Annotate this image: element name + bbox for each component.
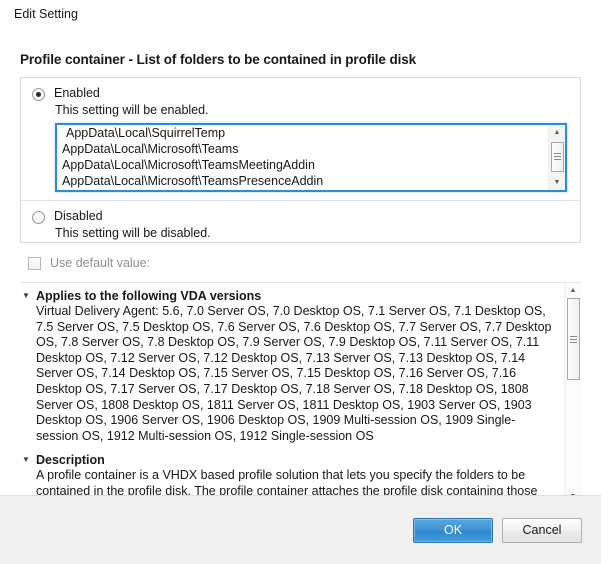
folder-list-scrollbar[interactable]: ▲ ▼ <box>548 125 565 190</box>
list-item[interactable]: AppData\Local\SquirrelTemp <box>57 125 548 141</box>
radio-disabled-label: Disabled <box>54 209 103 224</box>
radio-option-enabled[interactable]: Enabled <box>21 78 580 101</box>
use-default-value-label: Use default value: <box>50 256 150 270</box>
cancel-button[interactable]: Cancel <box>502 518 582 543</box>
dialog-content: Profile container - List of folders to b… <box>0 28 601 495</box>
info-panel: ▼ Applies to the following VDA versions … <box>20 282 581 504</box>
list-item[interactable]: AppData\Local\Microsoft\TeamsPresenceAdd… <box>57 173 548 189</box>
scroll-down-icon[interactable]: ▼ <box>549 175 566 190</box>
use-default-value-checkbox[interactable] <box>28 257 41 270</box>
page-title: Profile container - List of folders to b… <box>20 52 581 67</box>
list-item[interactable]: AppData\Roaming\Microsoft\Teams <box>57 189 548 190</box>
chevron-down-icon[interactable]: ▼ <box>20 292 32 300</box>
use-default-value-row[interactable]: Use default value: <box>20 256 581 270</box>
dialog-footer: OK Cancel <box>0 495 601 564</box>
scroll-up-icon[interactable]: ▲ <box>565 283 582 298</box>
setting-state-groupbox: Enabled This setting will be enabled. Ap… <box>20 77 581 243</box>
folder-list-items[interactable]: AppData\Local\SquirrelTemp AppData\Local… <box>57 125 548 190</box>
list-item[interactable]: AppData\Local\Microsoft\TeamsMeetingAddi… <box>57 157 548 173</box>
ok-button[interactable]: OK <box>413 518 493 543</box>
description-heading: Description <box>36 453 105 467</box>
enabled-description: This setting will be enabled. <box>21 103 580 117</box>
scrollbar-thumb[interactable] <box>567 298 580 380</box>
description-header[interactable]: ▼ Description <box>20 453 556 467</box>
radio-enabled-icon[interactable] <box>32 88 45 101</box>
vda-versions-header[interactable]: ▼ Applies to the following VDA versions <box>20 289 556 303</box>
vda-versions-text: Virtual Delivery Agent: 5.6, 7.0 Server … <box>20 304 556 444</box>
scrollbar-thumb[interactable] <box>551 142 564 172</box>
radio-option-disabled[interactable]: Disabled <box>21 201 580 224</box>
list-item[interactable]: AppData\Local\Microsoft\Teams <box>57 141 548 157</box>
scroll-up-icon[interactable]: ▲ <box>549 125 566 140</box>
folder-list-box[interactable]: AppData\Local\SquirrelTemp AppData\Local… <box>55 123 567 192</box>
window-titlebar: Edit Setting <box>0 0 601 28</box>
radio-enabled-label: Enabled <box>54 86 100 101</box>
vda-versions-heading: Applies to the following VDA versions <box>36 289 261 303</box>
info-panel-scrollbar[interactable]: ▲ ▼ <box>564 283 581 504</box>
grip-icon <box>554 153 561 160</box>
info-panel-body: ▼ Applies to the following VDA versions … <box>20 283 564 504</box>
radio-disabled-icon[interactable] <box>32 211 45 224</box>
window-title: Edit Setting <box>14 7 78 21</box>
disabled-description: This setting will be disabled. <box>21 226 580 240</box>
grip-icon <box>570 336 577 343</box>
chevron-down-icon[interactable]: ▼ <box>20 456 32 464</box>
